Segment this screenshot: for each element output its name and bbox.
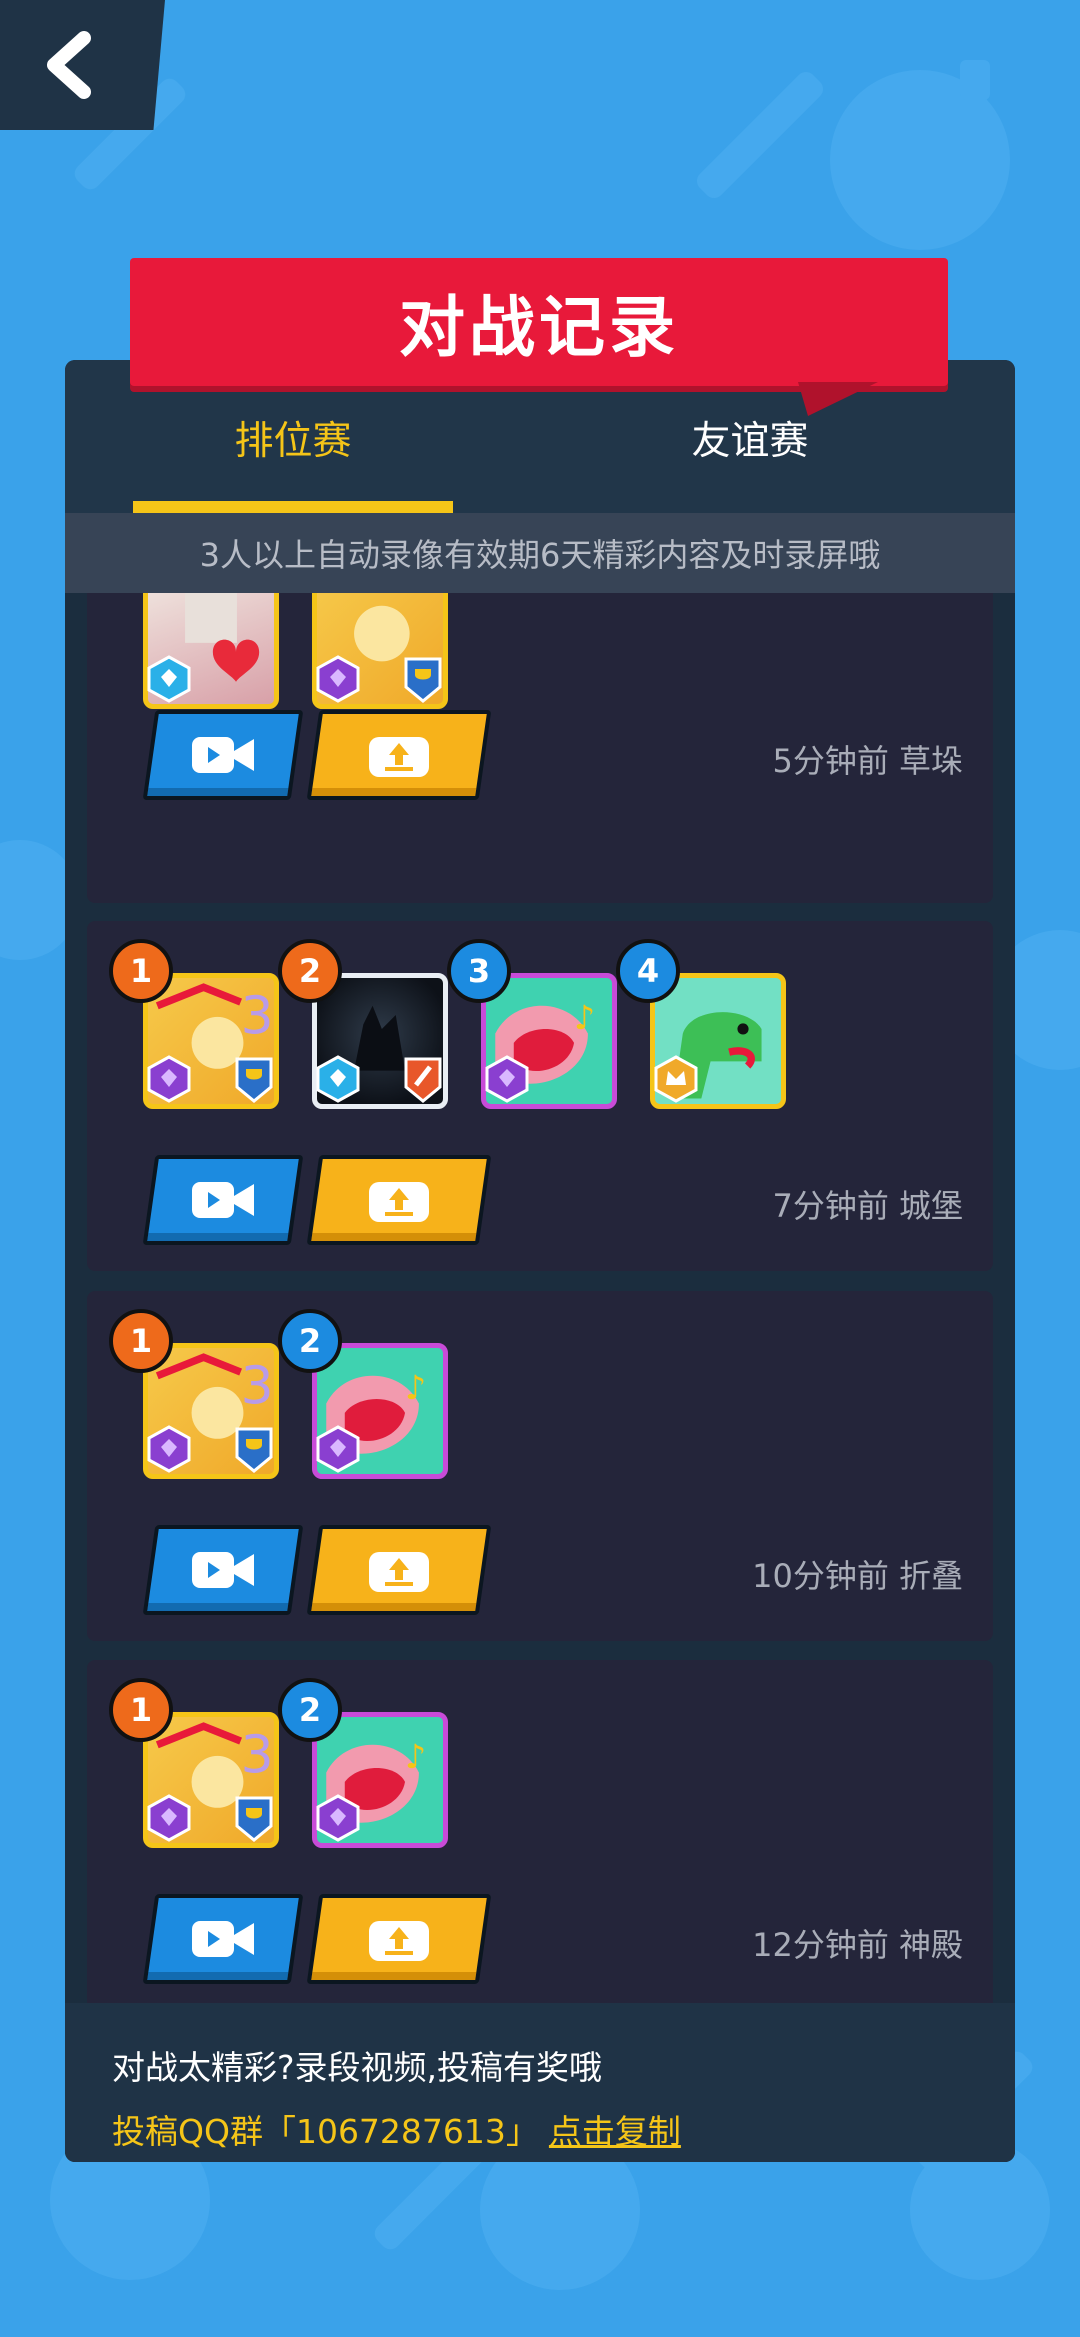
rank-badge: 1 — [109, 1678, 173, 1742]
record-meta: 10分钟前 折叠 — [752, 1557, 963, 1595]
back-button[interactable] — [0, 0, 165, 130]
rank-badge: 3 — [447, 939, 511, 1003]
footer-promo-text: 对战太精彩?录段视频,投稿有奖哦 — [112, 2048, 603, 2087]
battle-records-panel: 排位赛 友谊赛 3人以上自动录像有效期6天精彩内容及时录屏哦 5分钟前 草垛 1… — [65, 360, 1015, 2162]
record-list[interactable]: 5分钟前 草垛 1 3 2 3 ♪ 4 7分钟前 城堡 1 3 2 ♪ 10分钟… — [65, 593, 1015, 2003]
video-camera-icon — [192, 1552, 254, 1588]
trophy-icon — [404, 657, 442, 703]
watch-replay-button[interactable] — [142, 710, 304, 800]
rank-badge: 1 — [109, 939, 173, 1003]
record-meta: 12分钟前 神殿 — [752, 1926, 963, 1964]
rank-badge: 2 — [278, 939, 342, 1003]
player-slot[interactable]: 1 3 — [109, 1309, 279, 1479]
player-slot[interactable]: 1 3 — [109, 1678, 279, 1848]
share-replay-button[interactable] — [306, 1894, 492, 1984]
svg-text:♪: ♪ — [405, 1368, 426, 1407]
video-camera-icon — [192, 737, 254, 773]
notice-text: 3人以上自动录像有效期6天精彩内容及时录屏哦 — [199, 536, 881, 574]
amethyst-tier-icon — [316, 1794, 360, 1842]
rank-badge: 2 — [278, 1309, 342, 1373]
page-title: 对战记录 — [399, 289, 679, 366]
share-replay-button[interactable] — [306, 1155, 492, 1245]
svg-text:3: 3 — [241, 1726, 274, 1786]
share-replay-button[interactable] — [306, 710, 492, 800]
trophy-icon — [235, 1427, 273, 1473]
qq-group-text: 投稿QQ群「1067287613」 — [112, 2112, 539, 2151]
amethyst-tier-icon — [147, 1425, 191, 1473]
rank-badge: 2 — [278, 1678, 342, 1742]
amethyst-tier-icon — [485, 1055, 529, 1103]
active-tab-indicator — [133, 501, 453, 513]
amethyst-tier-icon — [147, 1794, 191, 1842]
trophy-icon — [235, 1057, 273, 1103]
trophy-icon — [235, 1796, 273, 1842]
submission-footer: 对战太精彩?录段视频,投稿有奖哦 投稿QQ群「1067287613」 点击复制 — [65, 2003, 1015, 2162]
player-slot[interactable]: 2 — [278, 939, 448, 1109]
sword-badge-icon — [404, 1057, 442, 1103]
copy-link[interactable]: 点击复制 — [549, 2112, 681, 2151]
rank-badge: 1 — [109, 1309, 173, 1373]
player-slot[interactable]: 2 ♪ — [278, 1309, 448, 1479]
svg-text:♪: ♪ — [405, 1737, 426, 1776]
rank-badge: 4 — [616, 939, 680, 1003]
record-meta: 5分钟前 草垛 — [772, 742, 963, 780]
title-banner: 对战记录 — [130, 258, 948, 416]
svg-text:♪: ♪ — [574, 998, 595, 1037]
record-card: 1 3 2 — [87, 1660, 993, 2003]
gold-crown-tier-icon — [654, 1055, 698, 1103]
tab-friendly-label: 友谊赛 — [691, 419, 809, 464]
tab-friendly[interactable]: 友谊赛 — [620, 410, 880, 513]
record-meta: 7分钟前 城堡 — [772, 1187, 963, 1225]
watch-replay-button[interactable] — [142, 1894, 304, 1984]
player-slot[interactable]: 4 — [616, 939, 786, 1109]
record-card: 1 3 2 — [87, 921, 993, 1271]
player-slot[interactable]: 1 3 — [109, 939, 279, 1109]
upload-icon — [369, 1921, 429, 1961]
player-slot[interactable]: 3 ♪ — [447, 939, 617, 1109]
player-slot[interactable] — [312, 593, 448, 709]
watch-replay-button[interactable] — [142, 1525, 304, 1615]
upload-icon — [369, 737, 429, 777]
svg-text:3: 3 — [241, 1357, 274, 1417]
player-slot[interactable] — [143, 593, 279, 709]
amethyst-tier-icon — [147, 1055, 191, 1103]
player-slot[interactable]: 2 ♪ — [278, 1678, 448, 1848]
tab-ranked-label: 排位赛 — [234, 419, 352, 464]
video-camera-icon — [192, 1921, 254, 1957]
banner-tail — [798, 382, 878, 416]
diamond-tier-icon — [316, 1055, 360, 1103]
record-card: 5分钟前 草垛 — [87, 593, 993, 903]
notice-bar: 3人以上自动录像有效期6天精彩内容及时录屏哦 — [65, 513, 1015, 593]
diamond-tier-icon — [147, 655, 191, 703]
video-camera-icon — [192, 1182, 254, 1218]
upload-icon — [369, 1182, 429, 1222]
share-replay-button[interactable] — [306, 1525, 492, 1615]
svg-text:3: 3 — [241, 987, 274, 1047]
watch-replay-button[interactable] — [142, 1155, 304, 1245]
tab-ranked[interactable]: 排位赛 — [133, 410, 453, 513]
record-card: 1 3 2 — [87, 1291, 993, 1641]
footer-qq-group: 投稿QQ群「1067287613」 点击复制 — [112, 2105, 1015, 2153]
amethyst-tier-icon — [316, 1425, 360, 1473]
chevron-left-icon — [46, 31, 91, 99]
amethyst-tier-icon — [316, 655, 360, 703]
upload-icon — [369, 1552, 429, 1592]
